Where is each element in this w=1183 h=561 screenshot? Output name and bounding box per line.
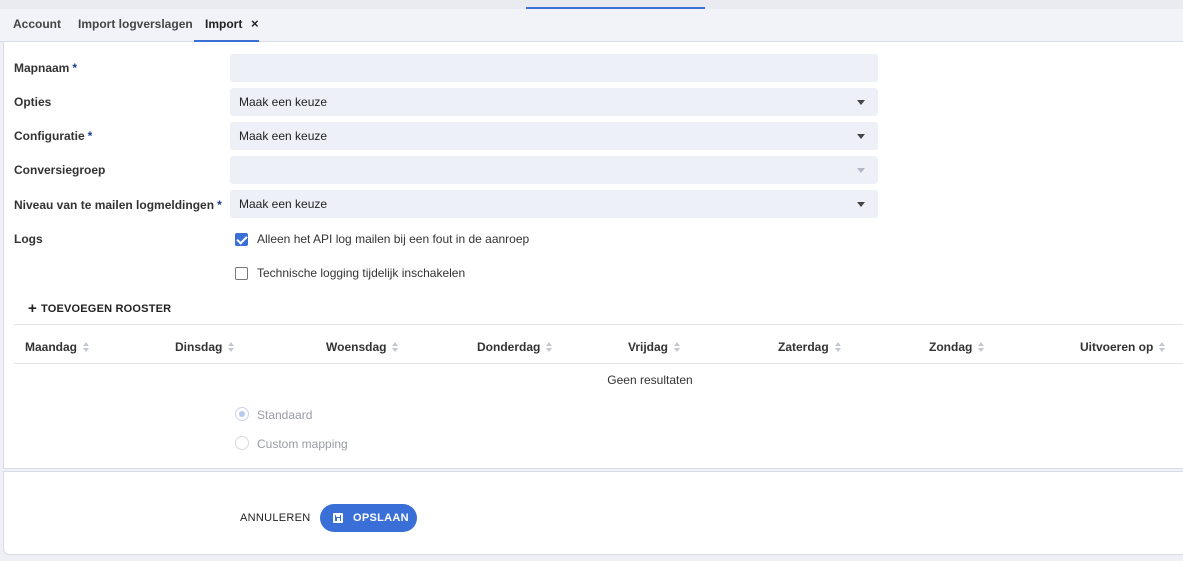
empty-table-message: Geen resultaten (607, 373, 693, 387)
tab-account[interactable]: Account (13, 9, 61, 41)
table-header-border (14, 363, 1183, 364)
add-schedule-button[interactable]: + TOEVOEGEN ROOSTER (28, 300, 171, 317)
sort-icon (392, 342, 399, 352)
chevron-down-icon (857, 100, 865, 105)
technical-logging-checkbox[interactable] (235, 267, 248, 280)
configuration-label: Configuratie * (14, 129, 93, 143)
sort-icon (674, 342, 681, 352)
mapping-standard-radio[interactable] (235, 407, 249, 421)
mapping-custom-label[interactable]: Custom mapping (257, 437, 348, 451)
conversion-group-label: Conversiegroep (14, 163, 106, 177)
column-header-zaterdag[interactable]: Zaterdag (778, 340, 842, 354)
column-header-dinsdag[interactable]: Dinsdag (175, 340, 235, 354)
mail-level-select-value: Maak een keuze (239, 197, 328, 211)
tab-bar: Account Import logverslagen Import × (0, 9, 1183, 42)
column-header-woensdag[interactable]: Woensdag (326, 340, 399, 354)
save-icon (333, 513, 343, 523)
sort-icon (83, 342, 90, 352)
options-label: Opties (14, 95, 52, 109)
tab-close-icon[interactable]: × (251, 9, 259, 39)
save-button-label: OPSLAAN (353, 512, 409, 524)
options-select-value: Maak een keuze (239, 95, 328, 109)
configuration-select[interactable]: Maak een keuze (230, 122, 878, 150)
action-footer (3, 471, 1183, 555)
column-header-uitvoeren-op[interactable]: Uitvoeren op (1080, 340, 1166, 354)
folder-name-input[interactable] (230, 54, 878, 82)
chevron-down-icon (857, 168, 865, 173)
chevron-down-icon (857, 202, 865, 207)
top-strip (0, 0, 1183, 9)
options-select[interactable]: Maak een keuze (230, 88, 878, 116)
mail-level-select[interactable]: Maak een keuze (230, 190, 878, 218)
cancel-button[interactable]: ANNULEREN (240, 512, 311, 524)
column-header-vrijdag[interactable]: Vrijdag (628, 340, 681, 354)
api-log-checkbox-label[interactable]: Alleen het API log mailen bij een fout i… (257, 232, 529, 246)
required-marker: * (87, 129, 93, 143)
configuration-select-value: Maak een keuze (239, 129, 328, 143)
sort-icon (978, 342, 985, 352)
tab-import[interactable]: Import (193, 9, 260, 42)
sort-icon (834, 342, 842, 352)
column-header-maandag[interactable]: Maandag (25, 340, 90, 354)
technical-logging-checkbox-label[interactable]: Technische logging tijdelijk inschakelen (257, 266, 465, 280)
column-header-zondag[interactable]: Zondag (929, 340, 985, 354)
sort-icon (228, 342, 235, 352)
plus-icon: + (28, 300, 37, 317)
required-marker: * (72, 61, 78, 75)
table-top-border (14, 324, 1183, 325)
sort-icon (1159, 342, 1166, 352)
api-log-checkbox[interactable] (235, 233, 248, 246)
mapping-standard-label[interactable]: Standaard (257, 408, 312, 422)
mail-level-label: Niveau van te mailen logmeldingen * (14, 198, 222, 212)
chevron-down-icon (857, 134, 865, 139)
folder-name-label: Mapnaam * (14, 61, 78, 75)
mapping-custom-radio[interactable] (235, 436, 249, 450)
tab-import-logverslagen[interactable]: Import logverslagen (78, 9, 193, 41)
logs-label: Logs (14, 232, 43, 246)
save-button[interactable]: OPSLAAN (320, 504, 417, 532)
conversion-group-select[interactable] (230, 156, 878, 184)
sort-icon (546, 342, 553, 352)
required-marker: * (217, 198, 222, 212)
column-header-donderdag[interactable]: Donderdag (477, 340, 553, 354)
